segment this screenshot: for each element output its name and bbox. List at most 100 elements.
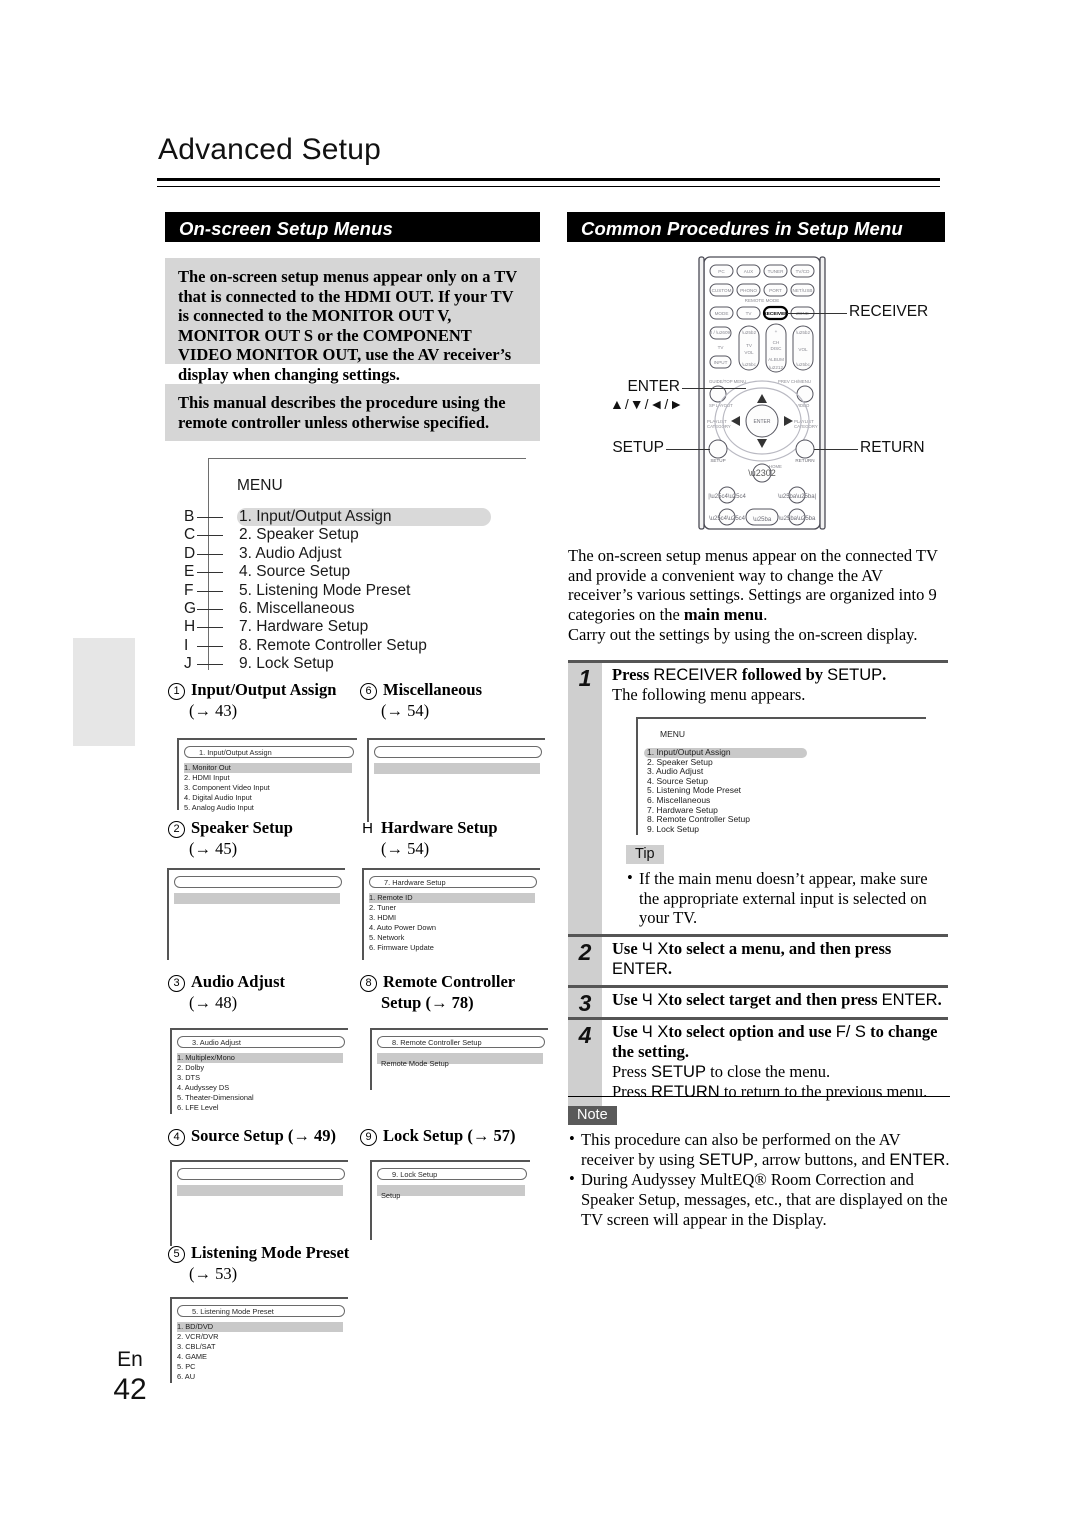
step-key: ENTER	[612, 960, 668, 979]
diagram-leader-line	[197, 590, 223, 592]
osd-title-text: 3. Audio Adjust	[192, 1038, 241, 1047]
svg-text:ENTER: ENTER	[754, 419, 771, 425]
menu-entry: 1 Input/Output Assign (→ 43)	[168, 680, 336, 721]
page-title: Advanced Setup	[158, 133, 381, 166]
step-number: 1	[568, 663, 602, 935]
osd-selected-bar-label: Remote Mode Setup	[381, 1059, 449, 1068]
step-body: Use Ч Xto select target and then press E…	[602, 988, 948, 1017]
step-text: Press	[612, 1082, 651, 1102]
osd-mockup: 3. Audio Adjust 1. Multiplex/Mono 2. Dolby…	[170, 1028, 348, 1114]
osd-frame-top	[362, 868, 540, 870]
svg-text:\u2212: \u2212	[769, 365, 783, 370]
osd-frame-left	[370, 1028, 372, 1090]
osd-mockup: 5. Listening Mode Preset 1. BD/DVD 2. VCR/…	[170, 1297, 348, 1383]
menu-entry-heading: 2 Speaker Setup	[168, 818, 293, 838]
step-text: to select a menu, and then press	[668, 939, 892, 959]
procedure-step: 3 Use Ч Xto select target and then press …	[568, 985, 948, 1018]
diagram-letter: C	[184, 526, 223, 544]
note-text: , arrow buttons, and	[753, 1149, 890, 1169]
osd-main-menu-caption: MENU	[660, 729, 686, 739]
svg-text:CATEGORY: CATEGORY	[707, 424, 731, 429]
step-extra-line: Press SETUP to close the menu.	[612, 1062, 948, 1082]
diagram-top-rule	[208, 458, 526, 459]
tip-bullet-list: If the main menu doesn’t appear, make su…	[626, 868, 948, 928]
step-key: RETURN	[650, 1083, 720, 1102]
diagram-leader-line	[197, 645, 223, 647]
step-text: .	[882, 665, 887, 684]
diagram-menu-item: 1. Input/Output Assign	[237, 508, 491, 527]
menu-entry: H Hardware Setup (→ 54)	[360, 818, 498, 859]
osd-frame-top	[370, 1160, 530, 1162]
section-heading-onscreen-setup-menus: On-screen Setup Menus	[165, 212, 540, 242]
step-number: 2	[568, 937, 602, 986]
osd-row: 5. Theater-Dimensional	[177, 1093, 254, 1102]
osd-main-menu-list: 1. Input/Output Assign 2. Speaker Setup 3.…	[644, 747, 914, 834]
note-bullet: This procedure can also be performed on …	[568, 1129, 950, 1170]
callout-enter: ENTER ▲/▼/◄/►	[610, 378, 685, 412]
tip-bullet: If the main menu doesn’t appear, make su…	[626, 868, 948, 928]
osd-frame-top	[177, 738, 357, 740]
menu-entry-title: Listening Mode Preset	[191, 1243, 350, 1262]
osd-frame-left	[167, 868, 169, 960]
menu-entry-heading: 8 Remote Controller	[360, 972, 515, 992]
diagram-letter: F	[184, 582, 223, 600]
intro-main-menu-bold: main menu	[683, 605, 764, 625]
title-divider	[157, 178, 940, 187]
menu-entry-marker: 4	[168, 1129, 185, 1146]
diagram-letter-column: BCDEFGHIJ	[184, 508, 223, 674]
menu-entry-heading: 5 Listening Mode Preset	[168, 1243, 349, 1263]
note-block: Note This procedure can also be performe…	[568, 1106, 950, 1230]
step-instruction: Use Ч Xto select target and then press E…	[612, 990, 948, 1010]
svg-text:\u25bc: \u25bc	[742, 362, 756, 367]
step-arrow-glyph: Ч X	[641, 1023, 669, 1042]
svg-text:CH: CH	[773, 340, 780, 345]
step-text: Use	[612, 1022, 642, 1042]
menu-entry-marker: 3	[168, 975, 185, 992]
note-key: ENTER	[889, 1150, 946, 1169]
callout-return: RETURN	[860, 439, 925, 456]
svg-text:TUNER: TUNER	[768, 269, 785, 274]
svg-text:\u25b2: \u25b2	[742, 330, 756, 335]
menu-entry-title: Miscellaneous	[383, 680, 482, 699]
svg-text:VOL: VOL	[744, 350, 754, 355]
menu-entry-title: Audio Adjust	[191, 972, 285, 991]
callout-receiver: RECEIVER	[849, 303, 929, 320]
osd-frame-left	[177, 738, 179, 810]
svg-text:INPUT: INPUT	[714, 360, 728, 365]
svg-text:CATEGORY: CATEGORY	[794, 424, 818, 429]
osd-mockup	[170, 1160, 348, 1246]
diagram-menu-item: 7. Hardware Setup	[239, 618, 369, 636]
tip-label: Tip	[626, 845, 664, 864]
osd-selected-bar	[174, 893, 340, 904]
diagram-leader-line	[197, 572, 223, 574]
osd-selected-bar	[177, 1185, 343, 1196]
diagram-menu-item: 3. Audio Adjust	[239, 544, 342, 562]
osd-mockup: 7. Hardware Setup 1. Remote ID 2. Tuner 3. …	[362, 868, 540, 960]
step-arrow-glyph: Ч X	[641, 991, 669, 1010]
intro-paragraphs: The on-screen setup menus appear on the …	[568, 546, 950, 645]
step-key: ENTER	[881, 991, 938, 1010]
manual-page: Advanced Setup On-screen Setup Menus Com…	[0, 0, 1080, 1528]
callout-line-receiver	[787, 313, 847, 314]
diagram-letter: H	[184, 618, 223, 636]
menu-entry: 8 Remote Controller Setup (→ 78)	[360, 972, 515, 1013]
svg-text:PORT: PORT	[769, 288, 782, 293]
osd-selected-bar: Remote Mode Setup	[377, 1053, 543, 1068]
svg-text:MODE: MODE	[715, 311, 729, 316]
menu-entry-heading: 1 Input/Output Assign	[168, 680, 336, 700]
menu-entry: 5 Listening Mode Preset (→ 53)	[168, 1243, 349, 1284]
svg-text:AUX: AUX	[744, 269, 753, 274]
osd-frame-left	[367, 738, 369, 822]
diagram-menu-list: 1. Input/Output Assign 2. Speaker Setup 3.…	[237, 508, 517, 674]
diagram-leader-line	[197, 608, 223, 610]
menu-entry-marker: 9	[360, 1129, 377, 1146]
osd-row: 2. HDMI Input	[184, 773, 230, 782]
menu-entry-subtitle: Setup (→ 78)	[381, 993, 474, 1012]
diagram-leader-line	[197, 553, 223, 555]
svg-text:\u25ba: \u25ba	[753, 517, 772, 523]
step-text: to select target and then press	[668, 990, 882, 1010]
step-text: Press	[612, 1062, 651, 1082]
step-text: Use	[612, 939, 642, 959]
diagram-leader-line	[197, 627, 223, 629]
step-key: SETUP	[650, 1063, 706, 1082]
